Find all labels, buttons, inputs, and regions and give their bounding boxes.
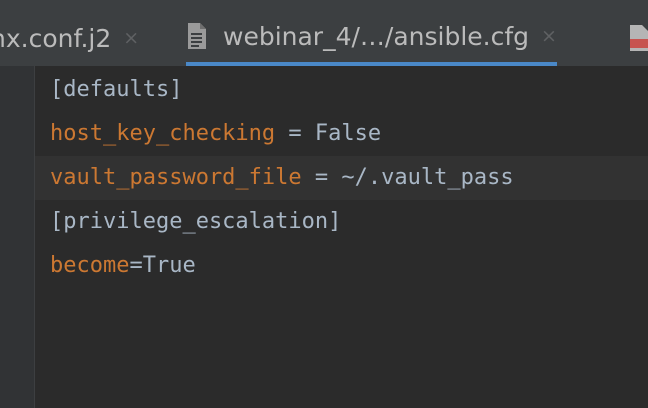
code-line[interactable]: [privilege_escalation] (50, 200, 341, 244)
tab-yaml-file[interactable] (628, 10, 648, 66)
config-key: vault_password_file (50, 165, 302, 190)
close-icon[interactable]: × (541, 25, 557, 47)
assignment-operator: = (301, 165, 342, 190)
config-value: ~/.vault_pass (341, 165, 514, 190)
line-gutter[interactable] (0, 66, 35, 408)
config-key: host_key_checking (50, 121, 276, 146)
close-icon[interactable]: × (123, 27, 139, 49)
text-file-icon (186, 22, 207, 50)
tab-label: webinar_4/…/ansible.cfg (223, 21, 530, 51)
tab-nginx-conf[interactable]: nx.conf.j2 × (0, 10, 139, 66)
config-key: become (50, 253, 130, 278)
code-line[interactable]: become=True (50, 244, 196, 288)
code-line[interactable]: [defaults] (50, 68, 182, 112)
assignment-operator: = (129, 253, 143, 278)
assignment-operator: = (275, 121, 315, 146)
config-value: False (314, 121, 382, 146)
config-value: True (142, 253, 196, 278)
editor-tab-bar: nx.conf.j2 × webinar_4/…/ansible.cfg × (0, 0, 648, 66)
code-line[interactable]: host_key_checking = False (50, 112, 381, 156)
yaml-file-icon (628, 24, 648, 52)
tab-ansible-cfg[interactable]: webinar_4/…/ansible.cfg × (186, 10, 557, 66)
tab-label: nx.conf.j2 (0, 23, 112, 53)
code-line[interactable]: vault_password_file = ~/.vault_pass (50, 156, 514, 200)
